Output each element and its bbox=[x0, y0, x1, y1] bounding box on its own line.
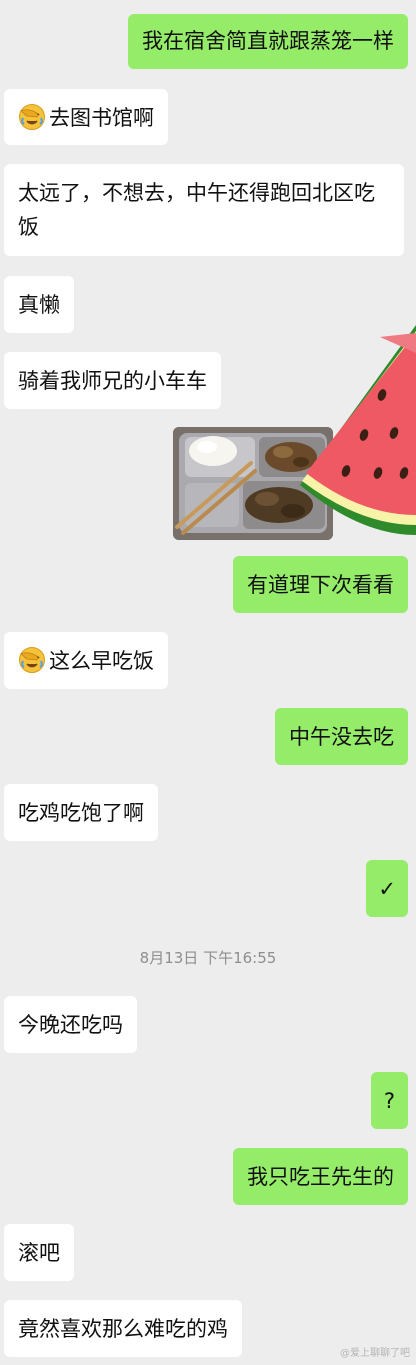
message-bubble-incoming[interactable]: 这么早吃饭 bbox=[4, 632, 168, 689]
message-bubble-incoming[interactable]: 滚吧 bbox=[4, 1224, 74, 1281]
message-bubble-outgoing[interactable]: 我在宿舍简直就跟蒸笼一样 bbox=[128, 14, 408, 69]
message-text: 中午没去吃 bbox=[289, 725, 394, 749]
message-text: 真懒 bbox=[18, 293, 60, 317]
message-text: ✓ bbox=[378, 877, 396, 901]
message-timestamp: 8月13日 下午16:55 bbox=[139, 949, 277, 967]
watermark: @爱上聊聊了吧 bbox=[340, 1348, 410, 1359]
watermelon-sticker-icon bbox=[300, 325, 416, 535]
message-text: 我在宿舍简直就跟蒸笼一样 bbox=[142, 29, 394, 53]
message-text: 竟然喜欢那么难吃的鸡 bbox=[18, 1317, 228, 1341]
facepalm-emoji-icon bbox=[19, 104, 45, 130]
message-text: 吃鸡吃饱了啊 bbox=[18, 801, 144, 825]
message-text: 太远了，不想去，中午还得跑回北区吃饭 bbox=[18, 181, 375, 239]
message-text: ? bbox=[383, 1089, 395, 1113]
message-bubble-incoming[interactable]: 去图书馆啊 bbox=[4, 89, 168, 145]
message-bubble-outgoing[interactable]: 中午没去吃 bbox=[275, 708, 408, 765]
message-bubble-outgoing[interactable]: ? bbox=[370, 1072, 408, 1129]
message-text: 骑着我师兄的小车车 bbox=[18, 369, 207, 393]
message-text: 滚吧 bbox=[18, 1241, 60, 1265]
message-text: 有道理下次看看 bbox=[247, 573, 394, 597]
message-text: 去图书馆啊 bbox=[49, 106, 154, 130]
message-bubble-incoming[interactable]: 太远了，不想去，中午还得跑回北区吃饭 bbox=[4, 164, 404, 256]
message-bubble-incoming[interactable]: 今晚还吃吗 bbox=[4, 996, 137, 1053]
message-bubble-incoming[interactable]: 骑着我师兄的小车车 bbox=[4, 352, 221, 409]
message-bubble-outgoing[interactable]: ✓ bbox=[366, 860, 408, 917]
message-bubble-outgoing[interactable]: 我只吃王先生的 bbox=[233, 1148, 408, 1205]
facepalm-emoji-icon bbox=[19, 647, 45, 673]
message-text: 今晚还吃吗 bbox=[18, 1013, 123, 1037]
message-bubble-incoming[interactable]: 吃鸡吃饱了啊 bbox=[4, 784, 158, 841]
message-bubble-incoming[interactable]: 竟然喜欢那么难吃的鸡 bbox=[4, 1300, 242, 1357]
message-text: 这么早吃饭 bbox=[49, 649, 154, 673]
message-text: 我只吃王先生的 bbox=[247, 1165, 394, 1189]
message-bubble-incoming[interactable]: 真懒 bbox=[4, 276, 74, 333]
message-bubble-outgoing[interactable]: 有道理下次看看 bbox=[233, 556, 408, 613]
